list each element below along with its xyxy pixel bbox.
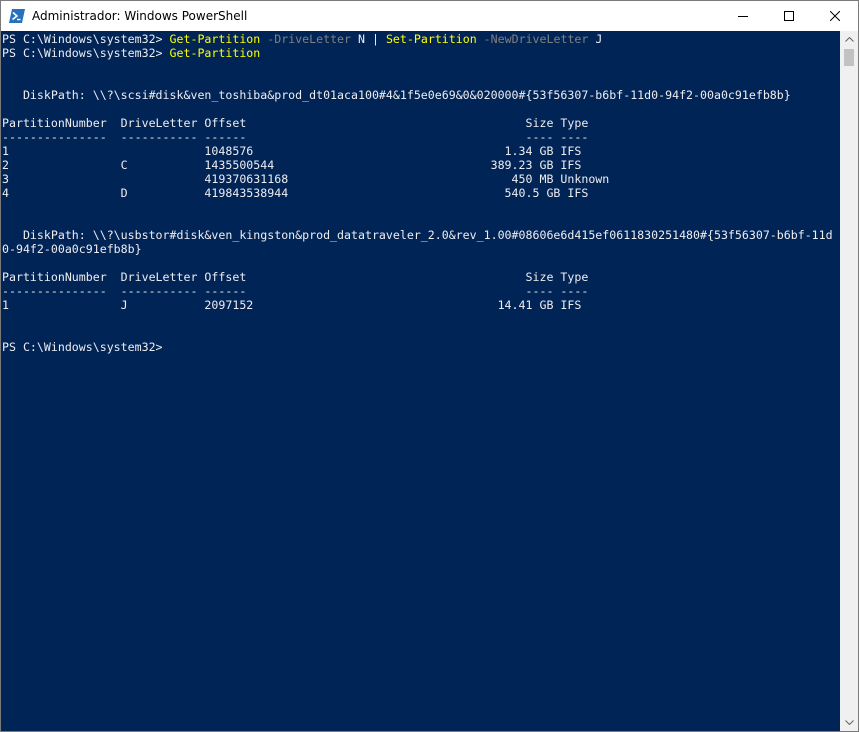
table-header: PartitionNumber DriveLetter Offset Size … — [2, 270, 589, 284]
disk-path-2-continued: 0-94f2-00a0c91efb8b} — [2, 242, 142, 256]
current-prompt[interactable]: PS C:\Windows\system32> — [2, 340, 163, 354]
command-line-1: PS C:\Windows\system32> Get-Partition -D… — [2, 32, 602, 46]
maximize-button[interactable] — [766, 1, 812, 31]
scroll-down-arrow-icon — [844, 720, 854, 725]
table-row: 2 C 1435500544 389.23 GB IFS — [2, 158, 582, 172]
scroll-up-button[interactable] — [840, 31, 858, 48]
table-row: 4 D 419843538944 540.5 GB IFS — [2, 186, 589, 200]
maximize-icon — [784, 11, 794, 21]
window-controls — [720, 1, 858, 31]
cmdlet: Set-Partition — [385, 32, 477, 46]
close-button[interactable] — [812, 1, 858, 31]
cmdlet: Get-Partition — [169, 46, 261, 60]
scroll-thumb[interactable] — [844, 49, 854, 66]
argument: N — [351, 32, 365, 46]
scroll-down-button[interactable] — [840, 714, 858, 731]
vertical-scrollbar[interactable] — [840, 31, 858, 731]
pipe-operator: | — [365, 32, 386, 46]
close-icon — [830, 11, 840, 21]
table-row: 1 1048576 1.34 GB IFS — [2, 144, 582, 158]
table-separator: --------------- ----------- ------ ---- … — [2, 284, 589, 298]
table-separator: --------------- ----------- ------ ---- … — [2, 130, 589, 144]
command-line-2: PS C:\Windows\system32> Get-Partition — [2, 46, 260, 60]
powershell-icon — [9, 8, 25, 24]
minimize-button[interactable] — [720, 1, 766, 31]
table-header: PartitionNumber DriveLetter Offset Size … — [2, 116, 589, 130]
disk-path-2: DiskPath: \\?\usbstor#disk&ven_kingston&… — [2, 228, 833, 242]
disk-path-1: DiskPath: \\?\scsi#disk&ven_toshiba&prod… — [2, 88, 791, 102]
window-title: Administrador: Windows PowerShell — [32, 9, 248, 23]
argument: J — [588, 32, 603, 46]
powershell-window: Administrador: Windows PowerShell PS C:\… — [0, 0, 859, 732]
table-row: 3 419370631168 450 MB Unknown — [2, 172, 610, 186]
prompt: PS C:\Windows\system32> — [2, 32, 170, 46]
scroll-up-arrow-icon — [844, 37, 854, 42]
parameter: -NewDriveLetter — [476, 32, 589, 46]
prompt: PS C:\Windows\system32> — [2, 46, 170, 60]
table-row: 1 J 2097152 14.41 GB IFS — [2, 298, 582, 312]
cmdlet: Get-Partition — [169, 32, 261, 46]
title-bar[interactable]: Administrador: Windows PowerShell — [1, 1, 858, 31]
parameter: -DriveLetter — [260, 32, 352, 46]
console-output[interactable]: PS C:\Windows\system32> Get-Partition -D… — [1, 31, 840, 731]
minimize-icon — [738, 16, 748, 17]
